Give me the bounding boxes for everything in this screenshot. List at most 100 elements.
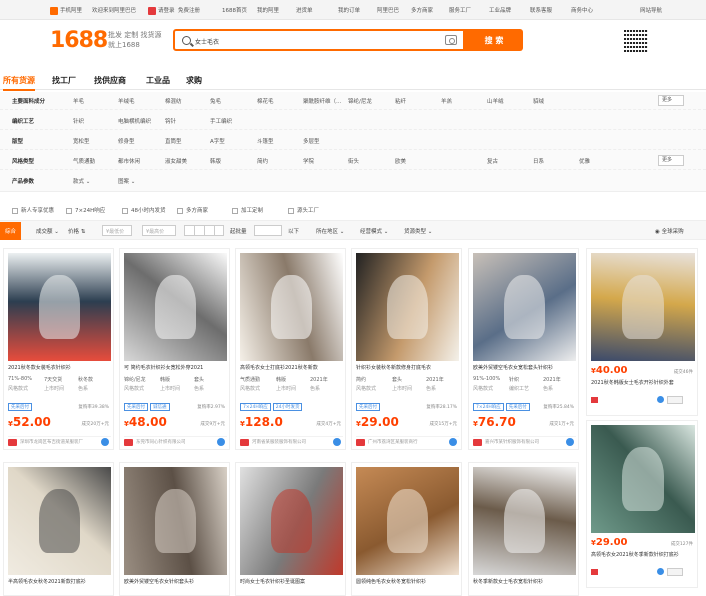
filter-option[interactable]: 羊绒毛	[118, 97, 135, 105]
filter-option[interactable]: 针织	[73, 117, 84, 125]
product-card[interactable]: 欧美外贸镂空毛衣女针织套头衫	[119, 462, 230, 596]
product-image[interactable]	[124, 467, 227, 575]
checkbox-48h[interactable]: 48小时内发货	[122, 206, 166, 214]
location-dropdown[interactable]: 所在地区 ⌄	[316, 227, 344, 235]
tab-all-sources[interactable]: 所有货源	[3, 75, 35, 91]
filter-option[interactable]: 钩针	[165, 117, 176, 125]
topbar-cart-link[interactable]: 进货单	[296, 6, 313, 14]
product-card[interactable]: 秋冬季新款女士毛衣宽松针织衫	[468, 462, 579, 596]
checkbox-custom[interactable]: 加工定制	[232, 206, 263, 214]
business-model-dropdown[interactable]: 经营模式 ⌄	[360, 227, 388, 235]
product-title[interactable]: 高领毛衣女2021秋冬季新款针织打底衫	[591, 551, 694, 567]
tab-wanted[interactable]: 求购	[186, 75, 202, 86]
filter-option[interactable]: 优雅	[579, 157, 590, 165]
product-image[interactable]	[591, 425, 695, 533]
product-card[interactable]: 圆领纯色毛衣女秋冬宽松针织衫	[351, 462, 462, 596]
filter-option[interactable]: 欧美	[395, 157, 406, 165]
sort-price[interactable]: 价格 ⇅	[68, 227, 85, 235]
filter-option[interactable]: 学院	[303, 157, 314, 165]
supplier-name[interactable]: 嘉兴市某针织服饰有限公司	[485, 439, 555, 445]
filter-option[interactable]: 多层型	[303, 137, 320, 145]
chat-icon[interactable]	[449, 438, 457, 446]
filter-option[interactable]: 淑女甜美	[165, 157, 187, 165]
filter-option[interactable]: 粘纤	[395, 97, 406, 105]
compare-button[interactable]	[667, 396, 683, 404]
tab-find-factory[interactable]: 找工厂	[52, 75, 76, 86]
product-image[interactable]	[356, 467, 459, 575]
filter-option[interactable]: 锦纶/尼龙	[348, 97, 372, 105]
checkbox-merchants[interactable]: 多方商家	[177, 206, 208, 214]
topbar-login-link[interactable]: 请登录	[148, 6, 175, 15]
topbar-register-link[interactable]: 免费注册	[178, 6, 200, 14]
product-title[interactable]: 2021秋冬款女装毛衣针织衫	[8, 364, 111, 373]
product-card[interactable]: ¥29.00 成交127件 高领毛衣女2021秋冬季新款针织打底衫	[586, 420, 698, 588]
max-price-input[interactable]: ¥最高价	[142, 225, 176, 236]
product-image[interactable]	[591, 253, 695, 361]
filter-option[interactable]: 都市休闲	[118, 157, 140, 165]
product-card[interactable]: 针织衫女装秋冬新款修身打底毛衣 简约 套头 2021年 风格款式 上市时间 色系 先采后付 复购…	[351, 248, 462, 450]
product-card[interactable]: 半高领毛衣女秋冬2021新款打底衫	[3, 462, 114, 596]
filter-option[interactable]: 斗篷型	[257, 137, 274, 145]
topbar-nav-link[interactable]: 网站导航	[640, 6, 662, 14]
global-sourcing-link[interactable]: ◉ 全球采购	[655, 227, 684, 235]
product-title[interactable]: 欧美外贸镂空毛衣女针织套头衫	[124, 578, 227, 587]
filter-option[interactable]: 宽松型	[73, 137, 90, 145]
chat-icon[interactable]	[566, 438, 574, 446]
product-title[interactable]: 圆领纯色毛衣女秋冬宽松针织衫	[356, 578, 459, 587]
product-image[interactable]	[473, 253, 576, 361]
product-image[interactable]	[240, 467, 343, 575]
compare-button[interactable]	[667, 568, 683, 576]
filter-option[interactable]: 气质通勤	[73, 157, 95, 165]
checkbox-factory[interactable]: 源头工厂	[288, 206, 319, 214]
chat-icon[interactable]	[101, 438, 109, 446]
topbar-service-link[interactable]: 联系客服	[530, 6, 552, 14]
camera-icon[interactable]	[445, 35, 457, 45]
more-button[interactable]: 更多	[658, 155, 684, 166]
supplier-row[interactable]: 广州市荔湾区某服装商行	[356, 436, 459, 446]
topbar-merchants-link[interactable]: 多方商家	[411, 6, 433, 14]
product-card[interactable]: 欧美外贸镂空毛衣女宽松套头针织衫 91%-100% 针织 2021年 风格款式 编织工艺 色…	[468, 248, 579, 450]
product-title[interactable]: 秋冬季新款女士毛衣宽松针织衫	[473, 578, 576, 587]
topbar-orders-link[interactable]: 我的订单	[338, 6, 360, 14]
product-title[interactable]: 欧美外贸镂空毛衣女宽松套头针织衫	[473, 364, 576, 373]
min-price-input[interactable]: ¥最低价	[102, 225, 132, 236]
supplier-name[interactable]: 河南省某服装服饰有限公司	[252, 439, 322, 445]
checkbox-724[interactable]: 7×24H响应	[66, 206, 105, 214]
filter-option[interactable]: 日系	[533, 157, 544, 165]
product-image[interactable]	[473, 467, 576, 575]
product-image[interactable]	[356, 253, 459, 361]
filter-option[interactable]: 貂绒	[533, 97, 544, 105]
filter-option[interactable]: 羊羔	[441, 97, 452, 105]
min-order-input[interactable]	[254, 225, 282, 236]
filter-option[interactable]: 直筒型	[165, 137, 182, 145]
checkbox-new-user[interactable]: 新人专享优惠	[12, 206, 54, 214]
supplier-name[interactable]: 深圳市龙岗区布吉街道某服装厂	[20, 439, 90, 445]
filter-option[interactable]: 韩版	[210, 157, 221, 165]
product-title[interactable]: 针织衫女装秋冬新款修身打底毛衣	[356, 364, 459, 373]
supplier-name[interactable]: 东莞市同心针织有限公司	[136, 439, 206, 445]
product-card[interactable]: 可 简约毛衣针织衫女宽松外穿2021 锦纶/尼龙 韩版 套头 风格款式 上市时间 色系 先采后…	[119, 248, 230, 450]
product-title[interactable]: 2021秋冬韩版女士毛衣开衫针织外套	[591, 379, 694, 395]
filter-option[interactable]: 山羊绒	[487, 97, 504, 105]
filter-option[interactable]: 兔毛	[210, 97, 221, 105]
topbar-factory-link[interactable]: 服务工厂	[449, 6, 471, 14]
topbar-myali-link[interactable]: 我的阿里	[257, 6, 279, 14]
search-button[interactable]: 搜 索	[465, 29, 523, 51]
product-card[interactable]: 时尚女士毛衣针织衫圣诞图案	[235, 462, 346, 596]
product-title[interactable]: 可 简约毛衣针织衫女宽松外穿2021	[124, 364, 227, 373]
chat-icon[interactable]	[217, 438, 225, 446]
product-image[interactable]	[8, 253, 111, 361]
product-image[interactable]	[124, 253, 227, 361]
topbar-mobile-link[interactable]: 手机阿里	[50, 6, 82, 15]
chat-icon[interactable]	[333, 438, 341, 446]
filter-option[interactable]: 街头	[348, 157, 359, 165]
topbar-ali-link[interactable]: 阿里巴巴	[377, 6, 399, 14]
chat-icon[interactable]	[657, 396, 664, 403]
sort-overall[interactable]: 综合	[0, 222, 22, 240]
filter-option[interactable]: 电脑横机编织	[118, 117, 151, 125]
filter-option[interactable]: 聚酰胺纤维（…	[303, 97, 342, 105]
product-card[interactable]: 2021秋冬款女装毛衣针织衫 71%-80% 7天交货 秋冬款 风格款式 上市时间 色系 先采…	[3, 248, 114, 450]
filter-option[interactable]: 棉花毛	[257, 97, 274, 105]
filter-option[interactable]: 简约	[257, 157, 268, 165]
product-title[interactable]: 半高领毛衣女秋冬2021新款打底衫	[8, 578, 111, 587]
